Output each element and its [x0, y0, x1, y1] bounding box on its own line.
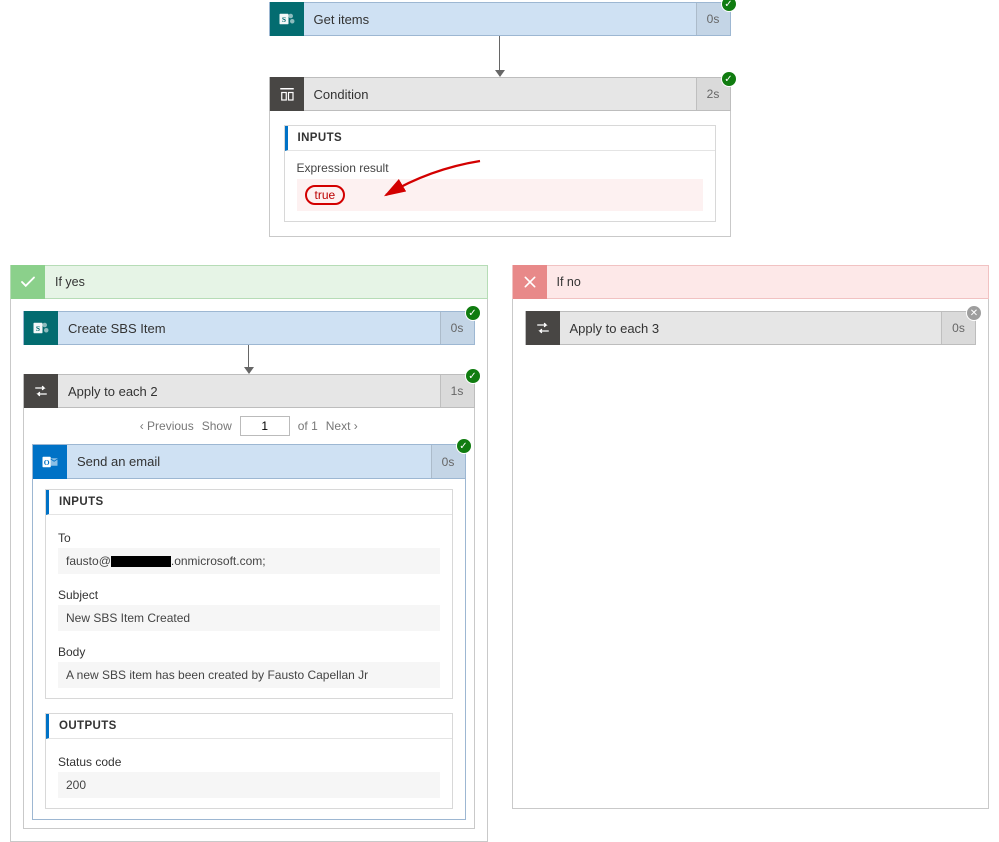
- expression-result-value: true: [297, 179, 703, 211]
- svg-text:S: S: [36, 324, 40, 333]
- cancelled-badge-icon: ✕: [966, 305, 982, 321]
- svg-text:S: S: [281, 15, 285, 24]
- condition-icon: [270, 77, 304, 111]
- inputs-section-header: INPUTS: [46, 490, 452, 515]
- expression-result-label: Expression result: [297, 161, 703, 175]
- loop-icon: [24, 374, 58, 408]
- action-send-an-email[interactable]: O Send an email 0s ✓ INPUTS: [32, 444, 466, 820]
- pager-page-input[interactable]: [240, 416, 290, 436]
- expression-result-true: true: [305, 185, 346, 205]
- pager-of-label: of 1: [298, 419, 318, 433]
- status-code-label: Status code: [58, 755, 440, 769]
- sharepoint-icon: S: [24, 311, 58, 345]
- email-to-label: To: [58, 531, 440, 545]
- success-badge-icon: ✓: [456, 438, 472, 454]
- action-title: Create SBS Item: [58, 321, 440, 336]
- action-apply-to-each-2[interactable]: Apply to each 2 1s ✓: [23, 374, 475, 408]
- checkmark-icon: [11, 265, 45, 299]
- branch-title: If yes: [55, 275, 85, 289]
- inputs-box: INPUTS Expression result true: [284, 125, 716, 222]
- success-badge-icon: ✓: [465, 305, 481, 321]
- outlook-icon: O: [33, 445, 67, 479]
- outputs-section-header: OUTPUTS: [46, 714, 452, 739]
- branch-if-no-header[interactable]: If no: [512, 265, 990, 299]
- email-to-value: fausto@.onmicrosoft.com;: [58, 548, 440, 574]
- inputs-section-header: INPUTS: [285, 126, 715, 151]
- email-inputs: INPUTS To fausto@.onmicrosoft.com; Subje…: [45, 489, 453, 699]
- flow-connector-arrow: [269, 36, 731, 77]
- success-badge-icon: ✓: [465, 368, 481, 384]
- email-body-value: A new SBS item has been created by Faust…: [58, 662, 440, 688]
- sharepoint-icon: S: [270, 2, 304, 36]
- action-create-sbs-item[interactable]: S Create SBS Item 0s ✓: [23, 311, 475, 345]
- action-title: Apply to each 3: [560, 321, 942, 336]
- pager-prev[interactable]: ‹ Previous: [140, 419, 194, 433]
- close-icon: [513, 265, 547, 299]
- svg-text:O: O: [44, 458, 50, 467]
- loop-icon: [526, 311, 560, 345]
- email-subject-value: New SBS Item Created: [58, 605, 440, 631]
- action-title: Get items: [304, 12, 696, 27]
- action-title: Apply to each 2: [58, 384, 440, 399]
- status-code-value: 200: [58, 772, 440, 798]
- pagination-bar: ‹ Previous Show of 1 Next ›: [32, 408, 466, 444]
- pager-next[interactable]: Next ›: [326, 419, 358, 433]
- action-title: Send an email: [67, 454, 431, 469]
- flow-connector-arrow: [23, 345, 475, 374]
- action-condition[interactable]: Condition 2s ✓: [269, 77, 731, 111]
- success-badge-icon: ✓: [721, 71, 737, 87]
- branch-if-yes-header[interactable]: If yes: [10, 265, 488, 299]
- action-get-items[interactable]: S Get items 0s ✓: [269, 2, 731, 36]
- redacted-domain: [111, 556, 171, 567]
- action-title: Condition: [304, 87, 696, 102]
- condition-result-panel: INPUTS Expression result true: [269, 111, 731, 237]
- email-subject-label: Subject: [58, 588, 440, 602]
- chevron-left-icon: ‹: [140, 419, 144, 433]
- pager-show-label: Show: [202, 419, 232, 433]
- email-body-label: Body: [58, 645, 440, 659]
- branch-title: If no: [557, 275, 581, 289]
- email-outputs: OUTPUTS Status code 200: [45, 713, 453, 809]
- chevron-right-icon: ›: [354, 419, 358, 433]
- action-apply-to-each-3[interactable]: Apply to each 3 0s ✕: [525, 311, 977, 345]
